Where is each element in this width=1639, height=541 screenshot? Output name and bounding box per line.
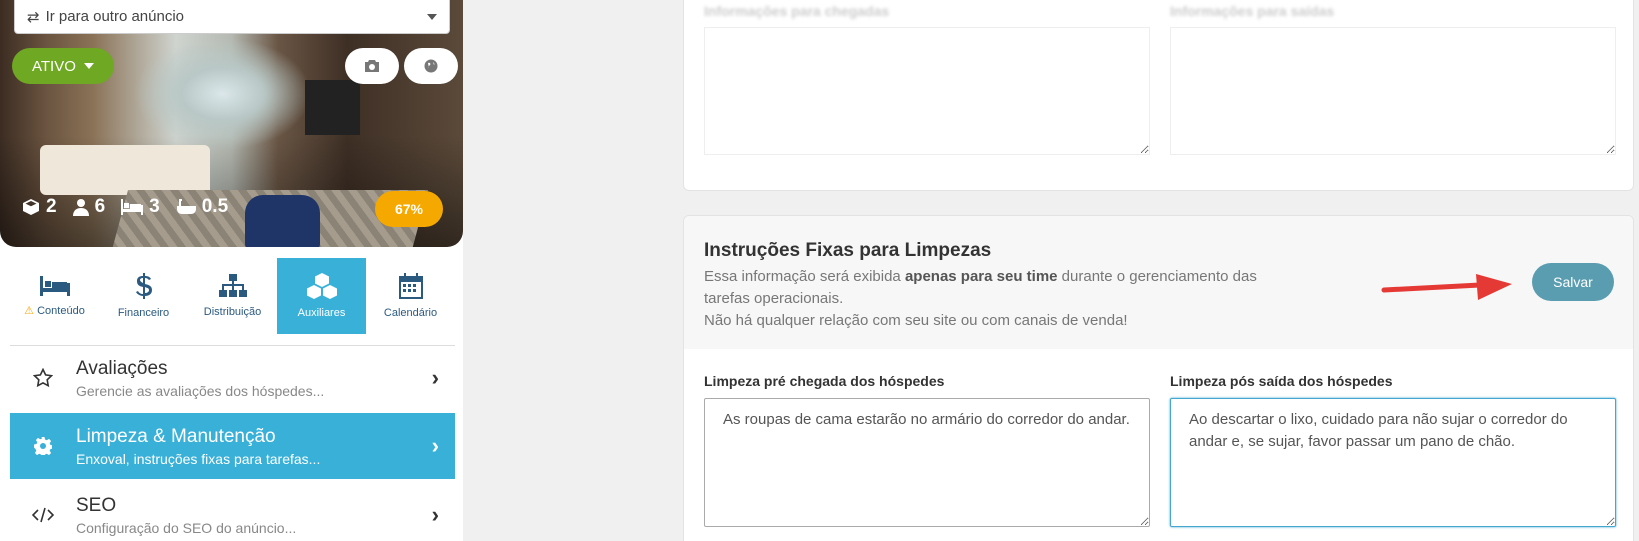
arrival-info-label: Informações para chegadas: [704, 3, 890, 19]
tab-label: Calendário: [383, 307, 438, 319]
globe-button[interactable]: [404, 48, 458, 84]
save-button[interactable]: Salvar: [1532, 263, 1614, 301]
tab-calendario[interactable]: Calendário: [366, 258, 455, 334]
menu-item-seo[interactable]: SEO Configuração do SEO do anúncio... ›: [10, 482, 455, 541]
stat-baths-value: 0.5: [201, 196, 229, 217]
status-label: ATIVO: [32, 57, 76, 75]
card-title: Instruções Fixas para Limpezas: [704, 240, 992, 261]
cube-icon: [23, 199, 39, 215]
stat-beds-value: 3: [149, 196, 160, 217]
tab-label: Distribuição: [203, 306, 262, 318]
menu-item-subtitle: Enxoval, instruções fixas para tarefas..…: [76, 450, 321, 467]
stat-baths: 0.5: [176, 196, 228, 218]
cleaning-instructions-card: Instruções Fixas para Limpezas Essa info…: [683, 215, 1634, 541]
bed-icon: [121, 199, 144, 215]
photo-chair: [245, 195, 320, 247]
menu-item-subtitle: Gerencie as avaliações dos hóspedes...: [76, 382, 325, 399]
gear-icon: [28, 437, 58, 455]
chevron-down-icon: [427, 13, 437, 20]
completion-badge: 67%: [375, 191, 443, 227]
desc-part: Essa informação será exibida: [704, 268, 905, 285]
tab-distribuicao[interactable]: Distribuição: [188, 258, 277, 334]
stat-rooms-value: 2: [46, 196, 57, 217]
tab-label: Financeiro: [117, 307, 170, 319]
listing-tabs: ⚠ Conteúdo Financeiro Distribuição Auxil…: [10, 258, 455, 334]
photo-tv: [305, 80, 360, 135]
pre-arrival-label: Limpeza pré chegada dos hóspedes: [704, 373, 945, 389]
menu-item-title: SEO: [76, 494, 117, 516]
tab-auxiliares[interactable]: Auxiliares: [277, 258, 366, 334]
arrival-info-textarea[interactable]: [704, 27, 1150, 155]
listing-stats: 2 6 3 0.5: [22, 196, 228, 218]
stat-guests-value: 6: [94, 196, 106, 217]
menu-item-subtitle: Configuração do SEO do anúncio...: [76, 519, 297, 536]
menu-item-title: Limpeza & Manutenção: [76, 425, 276, 447]
tab-label: Auxiliares: [297, 307, 346, 319]
photo-button[interactable]: [345, 48, 399, 84]
warning-icon: ⚠: [24, 304, 35, 317]
listing-sidebar: ⇄ Ir para outro anúncio ATIVO 2 6 3 0.5 …: [0, 0, 463, 541]
bath-icon: [176, 199, 196, 214]
desc-line2: Não há qualquer relação com seu site ou …: [704, 312, 1128, 329]
star-icon: [28, 368, 58, 388]
post-departure-textarea[interactable]: [1170, 398, 1616, 527]
caret-down-icon: [83, 63, 94, 69]
code-icon: [28, 507, 58, 523]
photo-sofa: [40, 145, 210, 195]
bed-icon: [39, 275, 70, 296]
tab-financeiro[interactable]: Financeiro: [99, 258, 188, 334]
stat-guests: 6: [72, 196, 106, 218]
tab-label: Conteúdo: [37, 304, 85, 317]
red-arrow-annotation: [1381, 274, 1512, 300]
goto-label: Ir para outro anúncio: [45, 8, 184, 25]
menu-item-limpeza[interactable]: Limpeza & Manutenção Enxoval, instruções…: [10, 413, 455, 479]
dollar-icon: [135, 273, 152, 299]
sitemap-icon: [218, 274, 247, 297]
user-icon: [72, 199, 89, 216]
stat-rooms: 2: [22, 196, 57, 218]
goto-listing-select[interactable]: ⇄ Ir para outro anúncio: [14, 0, 450, 34]
pre-arrival-textarea[interactable]: [704, 398, 1150, 527]
calendar-icon: [398, 273, 423, 299]
card-description: Essa informação será exibida apenas para…: [704, 266, 1304, 332]
menu-item-title: Avaliações: [76, 357, 168, 379]
chevron-right-icon: ›: [431, 502, 439, 527]
stat-beds: 3: [121, 196, 160, 218]
tab-conteudo-label: ⚠ Conteúdo: [24, 304, 85, 317]
cubes-icon: [306, 273, 337, 299]
tab-conteudo[interactable]: ⚠ Conteúdo: [10, 258, 99, 334]
globe-icon: [424, 59, 438, 73]
arrival-departure-card: Informações para chegadas Informações pa…: [683, 0, 1634, 191]
post-departure-label: Limpeza pós saída dos hóspedes: [1170, 373, 1393, 389]
menu-item-avaliacoes[interactable]: Avaliações Gerencie as avaliações dos hó…: [10, 345, 455, 411]
chevron-right-icon: ›: [431, 433, 439, 458]
desc-bold: apenas para seu time: [904, 268, 1058, 285]
departure-info-textarea[interactable]: [1170, 27, 1616, 155]
exchange-icon: ⇄: [27, 8, 40, 26]
chevron-right-icon: ›: [431, 365, 439, 390]
status-dropdown-button[interactable]: ATIVO: [12, 48, 114, 84]
camera-icon: [365, 60, 379, 72]
departure-info-label: Informações para saídas: [1170, 3, 1335, 19]
